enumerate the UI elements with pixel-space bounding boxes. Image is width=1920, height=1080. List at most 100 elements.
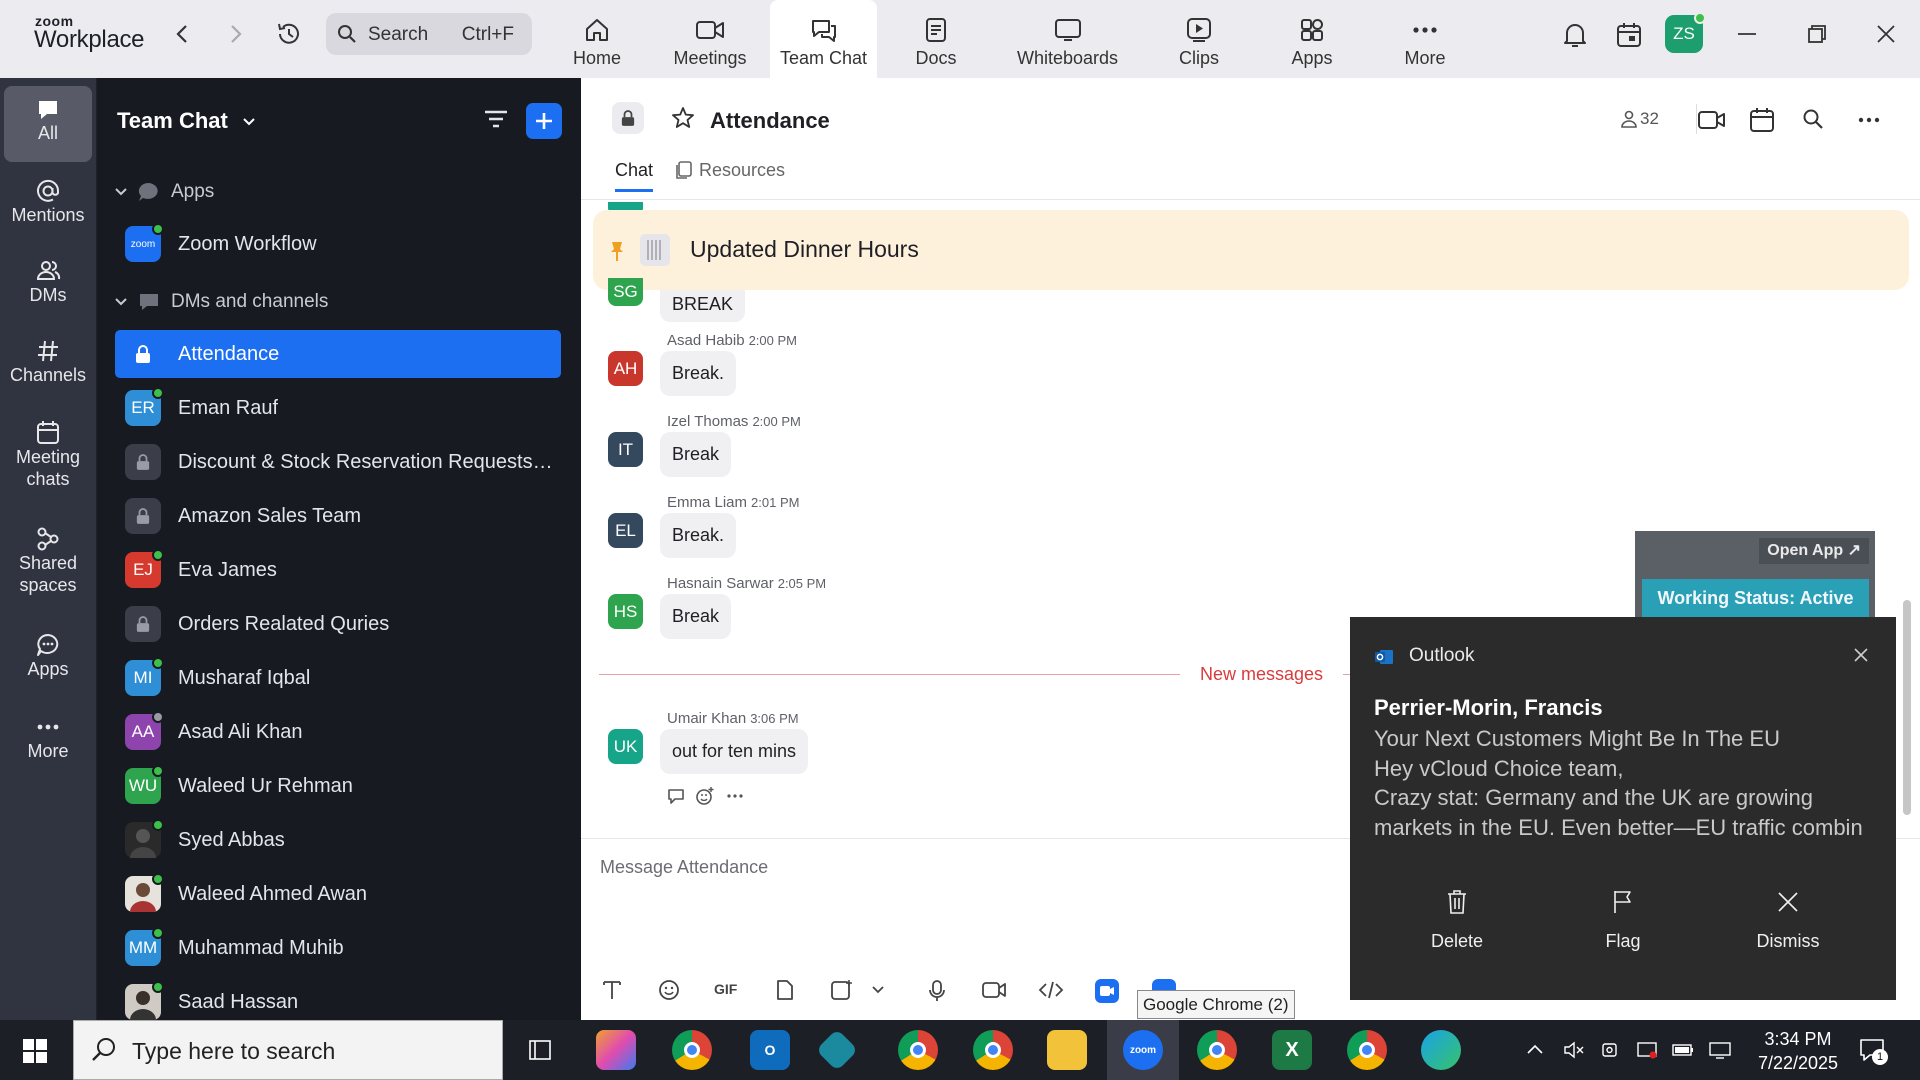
chrome-profile-icon[interactable]	[973, 1030, 1013, 1070]
avatar[interactable]: HS	[608, 594, 643, 629]
sidebar-item-musharaf-iqbal[interactable]: MI Musharaf Iqbal	[115, 654, 561, 702]
video-message-icon[interactable]	[981, 979, 1007, 1001]
app-diamond-icon[interactable]	[815, 1028, 859, 1072]
sender-name[interactable]: Emma Liam	[667, 494, 747, 511]
delete-button[interactable]: Delete	[1397, 889, 1517, 952]
battery-icon[interactable]	[1671, 1041, 1695, 1059]
chrome-icon[interactable]	[672, 1030, 712, 1070]
tab-more[interactable]: More	[1391, 0, 1459, 78]
tab-home[interactable]: Home	[563, 0, 631, 78]
network-icon[interactable]	[1708, 1040, 1732, 1060]
emoji-icon[interactable]	[658, 979, 680, 1001]
emoji-react-icon[interactable]	[695, 786, 715, 806]
avatar[interactable]: EL	[608, 513, 643, 548]
rail-mentions[interactable]: Mentions	[4, 178, 92, 226]
close-window-icon[interactable]	[1870, 18, 1902, 50]
file-icon[interactable]	[775, 979, 795, 1001]
sidebar-item-amazon-sales[interactable]: Amazon Sales Team	[115, 492, 561, 540]
copilot-icon[interactable]	[596, 1030, 636, 1070]
tab-clips[interactable]: Clips	[1165, 0, 1233, 78]
forward-icon[interactable]	[220, 18, 252, 50]
video-call-icon[interactable]	[1697, 109, 1727, 131]
scrollbar-thumb[interactable]	[1903, 600, 1911, 815]
chrome-profile-icon[interactable]	[898, 1030, 938, 1070]
taskbar-search[interactable]: Type here to search	[73, 1020, 503, 1080]
rail-all[interactable]: All	[4, 86, 92, 162]
close-icon[interactable]	[1853, 647, 1869, 663]
calendar-top-icon[interactable]	[1613, 19, 1645, 51]
zoom-taskbar-icon[interactable]: zoom	[1123, 1030, 1163, 1070]
chrome-icon[interactable]	[1197, 1030, 1237, 1070]
rail-dms[interactable]: DMs	[4, 258, 92, 306]
sender-name[interactable]: Asad Habib	[667, 332, 745, 349]
section-dms-channels[interactable]: DMs and channels	[115, 288, 328, 316]
code-icon[interactable]	[1038, 979, 1064, 1001]
calendar-icon[interactable]	[1749, 106, 1775, 134]
excel-icon[interactable]: X	[1272, 1030, 1312, 1070]
avatar[interactable]: IT	[608, 432, 643, 467]
star-icon[interactable]	[671, 106, 695, 130]
search-icon[interactable]	[1802, 108, 1824, 130]
microphone-icon[interactable]	[928, 979, 946, 1003]
member-count[interactable]: 32	[1621, 109, 1659, 129]
sidebar-item-syed-abbas[interactable]: Syed Abbas	[115, 816, 561, 864]
gif-icon[interactable]: GIF	[714, 981, 737, 997]
pinned-message-banner[interactable]: Updated Dinner Hours	[593, 210, 1909, 290]
new-chat-button[interactable]	[526, 103, 562, 139]
more-options-icon[interactable]	[1858, 117, 1880, 123]
minimize-icon[interactable]	[1731, 18, 1763, 50]
file-explorer-icon[interactable]	[1047, 1030, 1087, 1070]
message-bubble[interactable]: Break	[660, 594, 732, 639]
sender-name[interactable]: Umair Khan	[667, 710, 746, 727]
tab-team-chat[interactable]: Team Chat	[770, 0, 877, 78]
chevron-down-icon[interactable]	[872, 986, 884, 994]
volume-muted-icon[interactable]	[1563, 1040, 1585, 1060]
back-icon[interactable]	[166, 18, 198, 50]
tab-meetings[interactable]: Meetings	[660, 0, 760, 78]
rail-apps[interactable]: Apps	[4, 632, 92, 680]
reply-icon[interactable]	[667, 787, 687, 805]
sidebar-item-waleed-ur-rehman[interactable]: WU Waleed Ur Rehman	[115, 762, 561, 810]
task-view-icon[interactable]	[527, 1038, 553, 1062]
rail-shared-spaces[interactable]: Shared spaces	[4, 526, 92, 596]
sidebar-item-discount-stock[interactable]: Discount & Stock Reservation Requests O.…	[115, 438, 561, 486]
message-bubble[interactable]: Break	[660, 432, 732, 477]
sender-name[interactable]: Izel Thomas	[667, 413, 748, 430]
sidebar-item-muhammad-muhib[interactable]: MM Muhammad Muhib	[115, 924, 561, 972]
message-bubble[interactable]: BREAK	[660, 290, 746, 322]
zoom-app-icon[interactable]	[1095, 979, 1119, 1003]
avatar[interactable]: AH	[608, 351, 643, 386]
rail-more[interactable]: More	[4, 714, 92, 762]
user-avatar[interactable]: ZS	[1665, 12, 1706, 53]
text-format-icon[interactable]	[602, 979, 622, 1001]
sidebar-item-orders-queries[interactable]: Orders Realated Quries	[115, 600, 561, 648]
sidebar-item-eva-james[interactable]: EJ Eva James	[115, 546, 561, 594]
sidebar-title[interactable]: Team Chat	[117, 108, 256, 134]
display-icon[interactable]	[1636, 1040, 1658, 1060]
sidebar-item-saad-hassan[interactable]: Saad Hassan	[115, 978, 561, 1026]
message-bubble[interactable]: out for ten mins	[660, 729, 809, 774]
tab-apps[interactable]: Apps	[1278, 0, 1346, 78]
tab-whiteboards[interactable]: Whiteboards	[1010, 0, 1125, 78]
history-icon[interactable]	[273, 18, 305, 50]
sender-name[interactable]: Hasnain Sarwar	[667, 575, 774, 592]
notification-center-icon[interactable]: 1	[1858, 1037, 1888, 1065]
sidebar-item-asad-ali-khan[interactable]: AA Asad Ali Khan	[115, 708, 561, 756]
working-status-bar[interactable]: Working Status: Active	[1642, 579, 1869, 617]
chrome-profile-icon[interactable]	[1347, 1030, 1387, 1070]
message-bubble[interactable]: Break.	[660, 513, 737, 558]
rail-meeting-chats[interactable]: Meeting chats	[4, 420, 92, 490]
sidebar-item-attendance[interactable]: Attendance	[115, 330, 561, 378]
outlook-notification[interactable]: Outlook Perrier-Morin, Francis Your Next…	[1350, 617, 1896, 1000]
sidebar-item-eman-rauf[interactable]: ER Eman Rauf	[115, 384, 561, 432]
rail-channels[interactable]: Channels	[4, 338, 92, 386]
outlook-taskbar-icon[interactable]: O	[750, 1030, 790, 1070]
restore-icon[interactable]	[1801, 18, 1833, 50]
search-bar[interactable]: Search Ctrl+F	[326, 13, 532, 55]
filter-icon[interactable]	[483, 107, 509, 131]
flag-button[interactable]: Flag	[1563, 889, 1683, 952]
section-apps[interactable]: Apps	[115, 178, 214, 206]
windows-start-icon[interactable]	[22, 1038, 48, 1064]
tab-docs[interactable]: Docs	[900, 0, 972, 78]
sidebar-item-waleed-ahmed-awan[interactable]: Waleed Ahmed Awan	[115, 870, 561, 918]
